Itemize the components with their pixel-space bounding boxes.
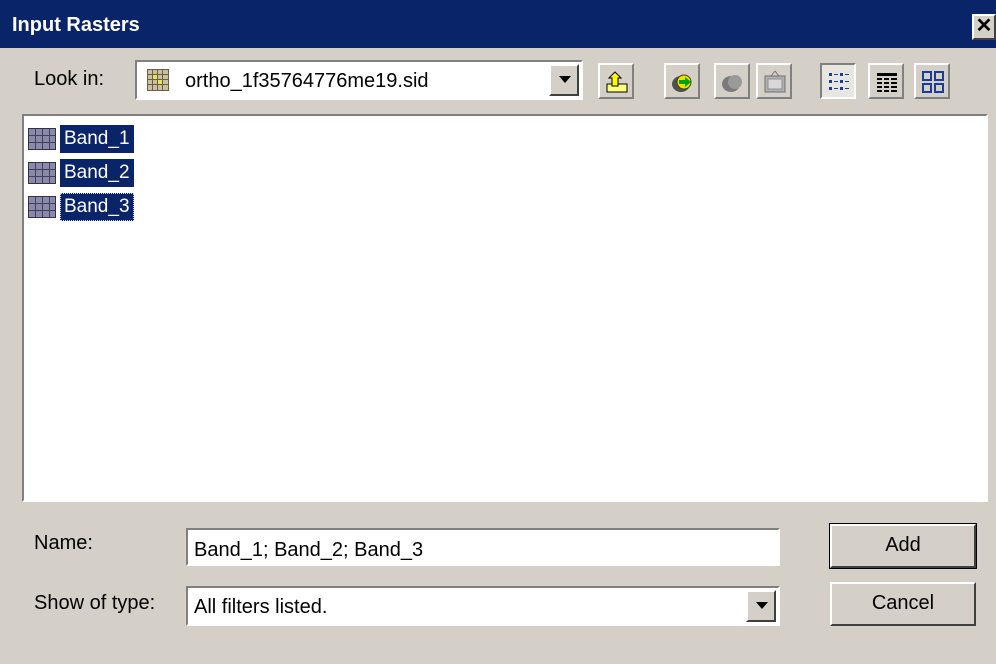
catalog-options-icon <box>764 70 786 93</box>
window-title: Input Rasters <box>12 14 140 36</box>
raster-band-icon <box>28 128 56 150</box>
details-view-button[interactable] <box>868 63 904 99</box>
connect-folder-icon <box>672 74 692 92</box>
name-field[interactable] <box>186 528 780 566</box>
look-in-value: ortho_1f35764776me19.sid <box>185 70 429 92</box>
list-view-icon <box>829 73 849 90</box>
thumbnails-view-button[interactable] <box>914 63 950 99</box>
disconnect-folder-icon <box>722 75 742 92</box>
file-name: Band_2 <box>60 159 134 187</box>
catalog-options-button[interactable] <box>756 63 792 99</box>
show-of-type-dropdown-button[interactable] <box>746 590 776 622</box>
connect-folder-button[interactable] <box>664 63 700 99</box>
close-button[interactable]: ✕ <box>972 14 996 40</box>
look-in-label: Look in: <box>34 68 105 90</box>
show-of-type-select[interactable]: All filters listed. <box>186 586 780 626</box>
raster-band-icon <box>28 162 56 184</box>
add-button[interactable]: Add <box>829 523 977 569</box>
look-in-combobox[interactable]: ortho_1f35764776me19.sid <box>135 60 583 100</box>
up-one-level-button[interactable] <box>598 63 634 99</box>
thumbnails-view-icon <box>922 71 944 93</box>
chevron-down-icon <box>756 602 768 609</box>
list-view-button[interactable] <box>820 63 856 99</box>
file-name: Band_1 <box>60 125 134 153</box>
look-in-dropdown-button[interactable] <box>549 64 579 96</box>
show-of-type-label: Show of type: <box>34 592 156 614</box>
raster-band-icon <box>28 196 56 218</box>
raster-dataset-icon <box>147 69 169 91</box>
show-of-type-value: All filters listed. <box>194 596 328 618</box>
chevron-down-icon <box>559 76 571 83</box>
file-name: Band_3 <box>60 193 134 221</box>
title-bar: Input Rasters <box>0 0 996 48</box>
details-view-icon <box>877 73 897 92</box>
name-label: Name: <box>34 532 93 554</box>
cancel-button[interactable]: Cancel <box>830 582 976 626</box>
disconnect-folder-button[interactable] <box>714 63 750 99</box>
close-icon: ✕ <box>975 15 993 37</box>
file-list[interactable]: Band_1 Band_2 Band_3 <box>22 114 988 502</box>
up-one-level-icon <box>606 71 628 93</box>
